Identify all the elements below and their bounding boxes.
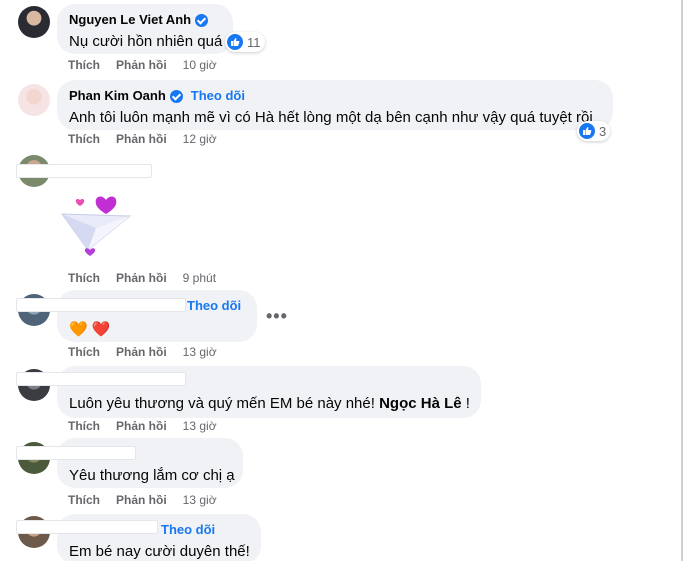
verified-badge-icon <box>195 13 209 27</box>
comment-text-suffix: ! <box>461 395 470 412</box>
comment-actions: Thích Phản hồi 10 giờ <box>68 58 217 72</box>
timestamp[interactable]: 10 giờ <box>183 58 217 72</box>
comment-text: Nụ cười hồn nhiên quá <box>69 33 223 50</box>
reaction-count: 3 <box>599 123 607 139</box>
comment-actions: Thích Phản hồi 13 giờ <box>68 345 217 359</box>
comment-text-prefix: Luôn yêu thương và quý mến EM bé này nhé… <box>69 395 380 412</box>
commenter-name[interactable]: Phan Kim Oanh Theo dõi <box>69 88 601 104</box>
comment-text: Luôn yêu thương và quý mến EM bé này nhé… <box>69 394 470 414</box>
verified-badge-icon <box>169 89 183 103</box>
comment-text: Em bé nay cười duyên thế! <box>69 543 250 560</box>
comment-actions: Thích Phản hồi 12 giờ <box>68 132 217 146</box>
paper-plane-hearts-sticker[interactable] <box>58 186 138 266</box>
follow-button[interactable]: Theo dõi <box>187 298 241 314</box>
follow-button[interactable]: Theo dõi <box>191 88 245 104</box>
comment-actions: Thích Phản hồi 13 giờ <box>68 493 217 507</box>
like-reaction-icon <box>579 123 595 139</box>
comment-actions: Thích Phản hồi 9 phút <box>68 271 216 285</box>
reply-button[interactable]: Phản hồi <box>116 345 167 359</box>
avatar[interactable] <box>18 84 50 116</box>
like-button[interactable]: Thích <box>68 345 100 359</box>
comment-text: Anh tôi luôn mạnh mẽ vì có Hà hết lòng m… <box>69 109 593 126</box>
comment-text: Yêu thương lắm cơ chị ạ <box>69 467 235 484</box>
like-button[interactable]: Thích <box>68 419 100 433</box>
redacted-name <box>16 298 186 312</box>
comment-bubble: Nguyen Le Viet Anh Nụ cười hồn nhiên quá <box>57 4 233 54</box>
timestamp[interactable]: 13 giờ <box>183 419 217 433</box>
reply-button[interactable]: Phản hồi <box>116 419 167 433</box>
reaction-summary[interactable]: 3 <box>577 121 611 141</box>
redacted-name <box>16 164 152 178</box>
like-button[interactable]: Thích <box>68 493 100 507</box>
timestamp[interactable]: 9 phút <box>183 271 216 285</box>
comment-emoji-text: 🧡 ❤️ <box>69 321 111 338</box>
redacted-name <box>16 520 158 534</box>
like-button[interactable]: Thích <box>68 132 100 146</box>
commenter-name[interactable]: Nguyen Le Viet Anh <box>69 12 221 28</box>
reaction-count: 11 <box>247 34 261 50</box>
reply-button[interactable]: Phản hồi <box>116 132 167 146</box>
avatar[interactable] <box>18 6 50 38</box>
comment-bubble: Phan Kim Oanh Theo dõi Anh tôi luôn mạnh… <box>57 80 613 130</box>
mention-link[interactable]: Ngọc Hà Lê <box>379 395 462 412</box>
timestamp[interactable]: 12 giờ <box>183 132 217 146</box>
like-reaction-icon <box>227 34 243 50</box>
timestamp[interactable]: 13 giờ <box>183 345 217 359</box>
like-button[interactable]: Thích <box>68 271 100 285</box>
follow-button[interactable]: Theo dõi <box>161 522 215 538</box>
reaction-summary[interactable]: 11 <box>225 32 265 52</box>
reply-button[interactable]: Phản hồi <box>116 58 167 72</box>
reply-button[interactable]: Phản hồi <box>116 493 167 507</box>
more-options-icon[interactable]: ••• <box>266 306 288 327</box>
like-button[interactable]: Thích <box>68 58 100 72</box>
reply-button[interactable]: Phản hồi <box>116 271 167 285</box>
comment-actions: Thích Phản hồi 13 giờ <box>68 419 217 433</box>
timestamp[interactable]: 13 giờ <box>183 493 217 507</box>
redacted-name <box>16 372 186 386</box>
redacted-name <box>16 446 136 460</box>
